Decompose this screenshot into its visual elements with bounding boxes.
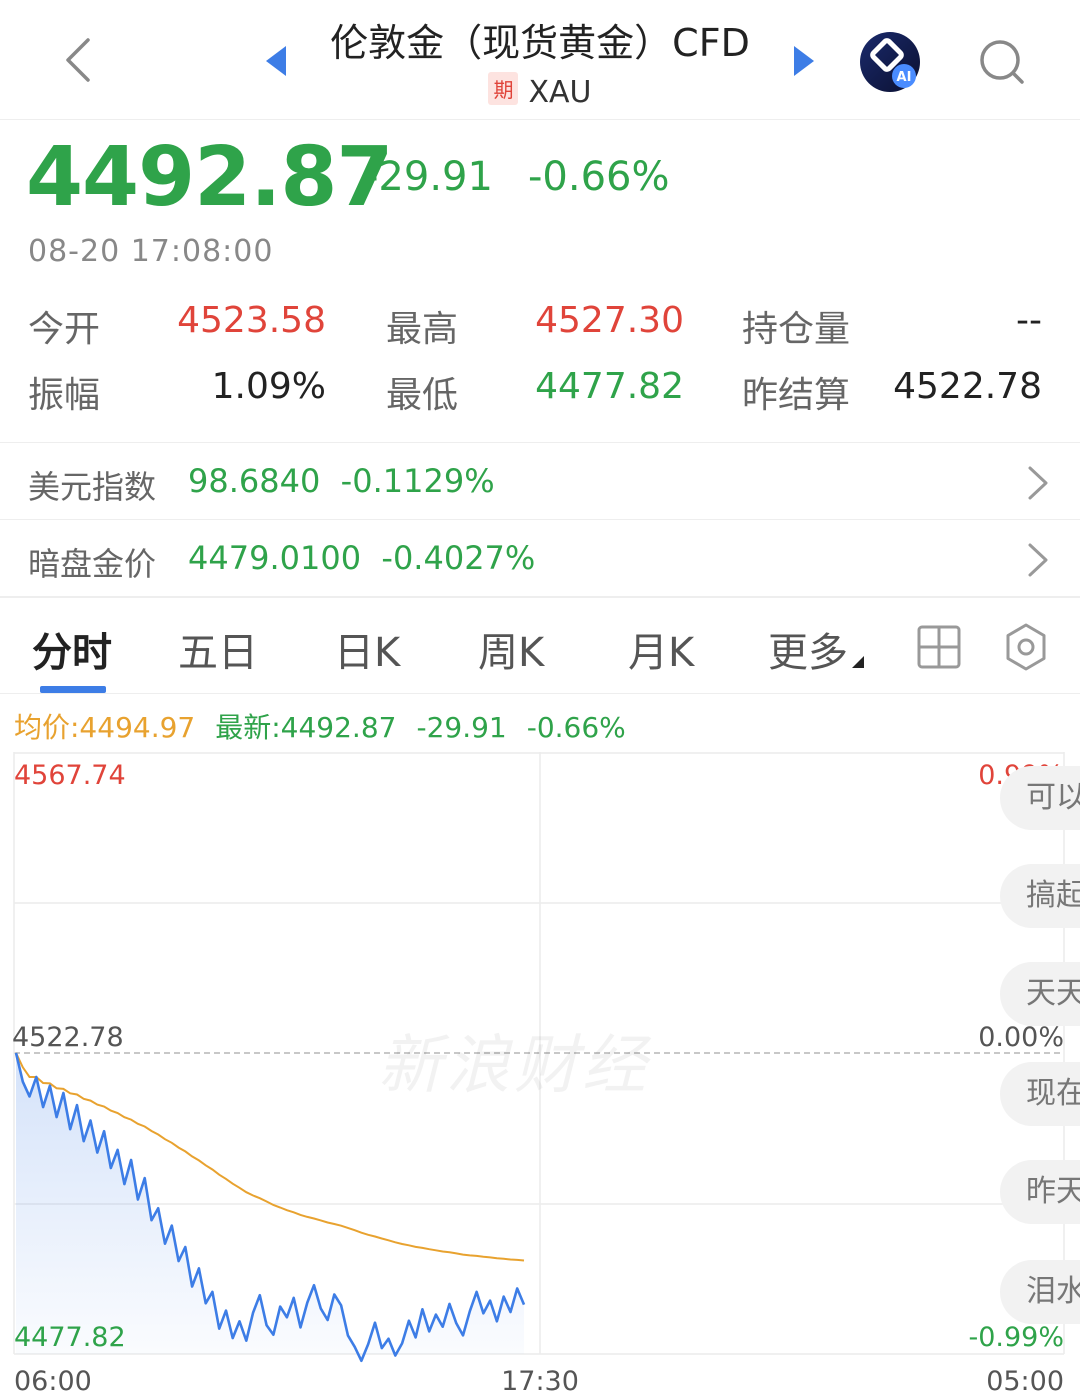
x-label-end: 05:00 — [986, 1366, 1064, 1397]
comment-bubble[interactable]: 现在 — [1000, 1062, 1080, 1126]
quote-timestamp: 08-20 17:08:00 — [28, 234, 274, 269]
amplitude-value: 1.09% — [211, 366, 326, 407]
chart-info-line: 均价:4494.97 最新:4492.87 -29.91 -0.66% — [14, 706, 626, 746]
tab-daily-k[interactable]: 日K — [334, 620, 400, 678]
y-label-mid: 4522.78 — [12, 1022, 124, 1053]
tab-weekly-k[interactable]: 周K — [478, 620, 544, 678]
svg-text:AI: AI — [897, 70, 912, 85]
watermark: 新浪财经 — [378, 1029, 650, 1103]
comment-bubble[interactable]: 搞起 — [1000, 864, 1080, 928]
tab-five-day[interactable]: 五日 — [178, 620, 258, 678]
futures-badge: 期 — [488, 72, 519, 105]
y-label-min: 4477.82 — [14, 1322, 126, 1353]
next-instrument-icon[interactable] — [790, 44, 818, 78]
active-tab-indicator — [40, 686, 106, 693]
chevron-right-icon[interactable] — [1026, 464, 1050, 502]
usd-index-value: 98.6840 -0.1129% — [188, 462, 495, 500]
tab-monthly-k[interactable]: 月K — [628, 620, 694, 678]
prev-settle-value: 4522.78 — [893, 366, 1042, 407]
pct-label-min: -0.99% — [968, 1322, 1064, 1353]
x-label-middle: 17:30 — [501, 1366, 579, 1397]
comment-bubble[interactable]: 可以 — [1000, 766, 1080, 830]
usd-index-label: 美元指数 — [28, 468, 157, 506]
divider — [0, 442, 1080, 443]
open-interest-label: 持仓量 — [742, 309, 851, 350]
price-change-percent: -0.66% — [528, 154, 670, 200]
open-interest-value: -- — [1016, 300, 1042, 341]
high-value: 4527.30 — [535, 300, 684, 341]
instrument-symbol: XAU — [528, 75, 592, 110]
comment-bubble[interactable]: 天天 — [1000, 962, 1080, 1026]
dark-pool-gold-row[interactable]: 暗盘金价 4479.0100 -0.4027% — [0, 521, 1080, 597]
settings-icon[interactable] — [1002, 622, 1050, 672]
last-price: 4492.87 — [26, 130, 393, 225]
dropdown-corner-icon — [852, 656, 864, 668]
price-change: -29.91 — [364, 154, 493, 200]
tab-more[interactable]: 更多 — [768, 620, 848, 678]
layout-grid-icon[interactable] — [916, 624, 962, 670]
top-bar: 伦敦金（现货黄金）CFD 期 XAU AI — [0, 0, 1080, 120]
latest-change: -29.91 — [416, 711, 507, 744]
chevron-right-icon[interactable] — [1026, 541, 1050, 579]
pct-label-mid: 0.00% — [978, 1022, 1064, 1053]
open-value: 4523.58 — [177, 300, 326, 341]
usd-index-row[interactable]: 美元指数 98.6840 -0.1129% — [0, 444, 1080, 520]
comment-bubble[interactable]: 昨天 — [1000, 1160, 1080, 1224]
open-label: 今开 — [28, 309, 101, 350]
ai-assistant-icon[interactable]: AI — [858, 30, 922, 94]
latest-change-percent: -0.66% — [526, 711, 626, 744]
instrument-subtitle: 期 XAU — [290, 72, 790, 110]
search-icon[interactable] — [976, 36, 1026, 86]
divider — [0, 519, 1080, 520]
average-price: 均价:4494.97 — [14, 711, 196, 744]
low-value: 4477.82 — [535, 366, 684, 407]
page-title: 伦敦金（现货黄金）CFD — [330, 21, 750, 65]
high-label: 最高 — [386, 309, 459, 350]
back-icon[interactable] — [58, 32, 98, 88]
dark-pool-gold-value: 4479.0100 -0.4027% — [188, 539, 536, 577]
amplitude-label: 振幅 — [28, 375, 101, 416]
prev-settle-label: 昨结算 — [742, 375, 851, 416]
latest-price: 最新:4492.87 — [215, 711, 397, 744]
x-label-start: 06:00 — [14, 1366, 92, 1397]
comment-bubble[interactable]: 泪水 — [1000, 1260, 1080, 1324]
prev-instrument-icon[interactable] — [262, 44, 290, 78]
dark-pool-gold-label: 暗盘金价 — [28, 545, 157, 583]
tab-intraday[interactable]: 分时 — [32, 620, 112, 678]
y-label-max: 4567.74 — [14, 760, 126, 791]
low-label: 最低 — [386, 375, 459, 416]
